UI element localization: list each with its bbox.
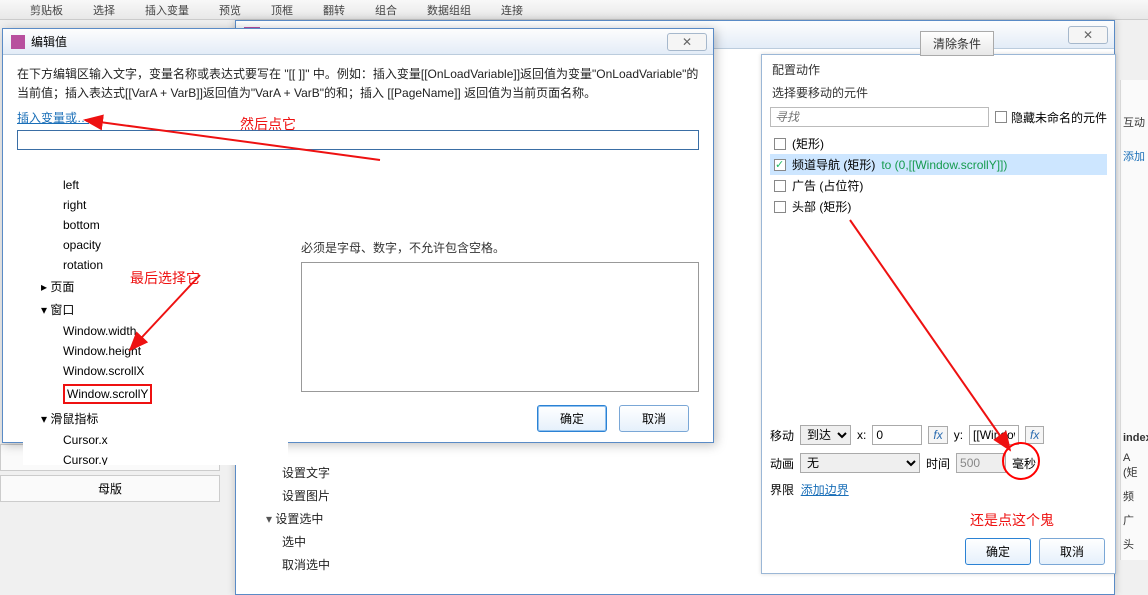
widget-tree[interactable]: (矩形) 频道导航 (矩形) to (0,[[Window.scrollY]])… xyxy=(762,129,1115,221)
action-set-selected[interactable]: 设置选中 xyxy=(254,507,454,530)
action-tree[interactable]: 设置文字 设置图片 设置选中 选中 取消选中 xyxy=(254,461,454,576)
app-icon xyxy=(11,35,25,49)
var-opacity[interactable]: opacity xyxy=(23,235,288,255)
var-cursor-y[interactable]: Cursor.y xyxy=(23,450,288,465)
fx-y-button[interactable]: fx xyxy=(1025,426,1044,444)
rt-label: 必须是字母、数字，不允许包含空格。 xyxy=(301,239,699,256)
group-cursor[interactable]: 滑鼠指标 xyxy=(23,407,288,430)
action-select[interactable]: 选中 xyxy=(254,530,454,553)
time-input[interactable] xyxy=(956,453,1006,473)
app-toolbar: 剪贴板选择插入变量 预览顶框翻转 组合数据组组连接 xyxy=(0,0,1148,20)
search-input[interactable] xyxy=(770,107,989,127)
config-action-panel: 清除条件 配置动作 选择要移动的元件 隐藏未命名的元件 (矩形) 频道导航 (矩… xyxy=(761,54,1116,574)
ok-button[interactable]: 确定 xyxy=(965,538,1031,565)
tree-row-ad[interactable]: 广告 (占位符) xyxy=(770,175,1107,196)
local-vars-area[interactable] xyxy=(301,262,699,392)
move-type-select[interactable]: 到达 xyxy=(800,425,851,445)
left-master[interactable]: 母版 xyxy=(0,475,220,502)
add-boundary-link[interactable]: 添加边界 xyxy=(801,483,849,497)
cancel-button[interactable]: 取消 xyxy=(1039,538,1105,565)
expression-input[interactable] xyxy=(17,130,699,150)
tree-row-head[interactable]: 头部 (矩形) xyxy=(770,196,1107,217)
fx-x-button[interactable]: fx xyxy=(928,426,947,444)
close-icon[interactable]: ✕ xyxy=(667,33,707,51)
config-subtitle: 选择要移动的元件 xyxy=(762,80,1115,105)
edit-titlebar[interactable]: 编辑值 ✕ xyxy=(3,29,713,55)
y-input[interactable] xyxy=(969,425,1019,445)
variable-list[interactable]: left right bottom opacity rotation 页面 窗口… xyxy=(23,175,288,465)
clear-condition-button[interactable]: 清除条件 xyxy=(920,31,994,56)
var-left[interactable]: left xyxy=(23,175,288,195)
var-window-width[interactable]: Window.width xyxy=(23,321,288,341)
action-set-image[interactable]: 设置图片 xyxy=(254,484,454,507)
animation-select[interactable]: 无 xyxy=(800,453,920,473)
config-title: 配置动作 xyxy=(762,55,1115,80)
annotation-1: 然后点它 xyxy=(240,114,296,134)
edit-description: 在下方编辑区输入文字，变量名称或表达式要写在 "[[ ]]" 中。例如：插入变量… xyxy=(3,55,713,109)
annotation-circle xyxy=(1002,442,1040,480)
var-window-scrolly[interactable]: Window.scrollY xyxy=(23,381,288,407)
right-sidebar: 互动 添加 index A (矩 频 广 头 xyxy=(1120,80,1148,560)
var-bottom[interactable]: bottom xyxy=(23,215,288,235)
boundary-row: 界限 添加边界 xyxy=(762,477,1115,502)
animation-row: 动画 无 时间 毫秒 xyxy=(762,449,1115,477)
tree-row-nav[interactable]: 频道导航 (矩形) to (0,[[Window.scrollY]]) xyxy=(770,154,1107,175)
annotation-3: 还是点这个鬼 xyxy=(970,510,1054,530)
insert-variable-link[interactable]: 插入变量或… xyxy=(3,111,103,125)
edit-cancel-button[interactable]: 取消 xyxy=(619,405,689,432)
hide-unnamed-checkbox[interactable]: 隐藏未命名的元件 xyxy=(995,109,1107,126)
x-input[interactable] xyxy=(872,425,922,445)
edit-value-dialog: 编辑值 ✕ 在下方编辑区输入文字，变量名称或表达式要写在 "[[ ]]" 中。例… xyxy=(2,28,714,443)
edit-title: 编辑值 xyxy=(31,33,67,50)
tree-row-rect[interactable]: (矩形) xyxy=(770,133,1107,154)
annotation-2: 最后选择它 xyxy=(130,268,200,288)
var-window-height[interactable]: Window.height xyxy=(23,341,288,361)
var-right[interactable]: right xyxy=(23,195,288,215)
group-window[interactable]: 窗口 xyxy=(23,298,288,321)
var-window-scrollx[interactable]: Window.scrollX xyxy=(23,361,288,381)
move-params-row: 移动 到达 x: fx y: fx xyxy=(762,421,1115,449)
action-deselect[interactable]: 取消选中 xyxy=(254,553,454,576)
edit-ok-button[interactable]: 确定 xyxy=(537,405,607,432)
var-cursor-x[interactable]: Cursor.x xyxy=(23,430,288,450)
close-icon[interactable]: ✕ xyxy=(1068,26,1108,44)
